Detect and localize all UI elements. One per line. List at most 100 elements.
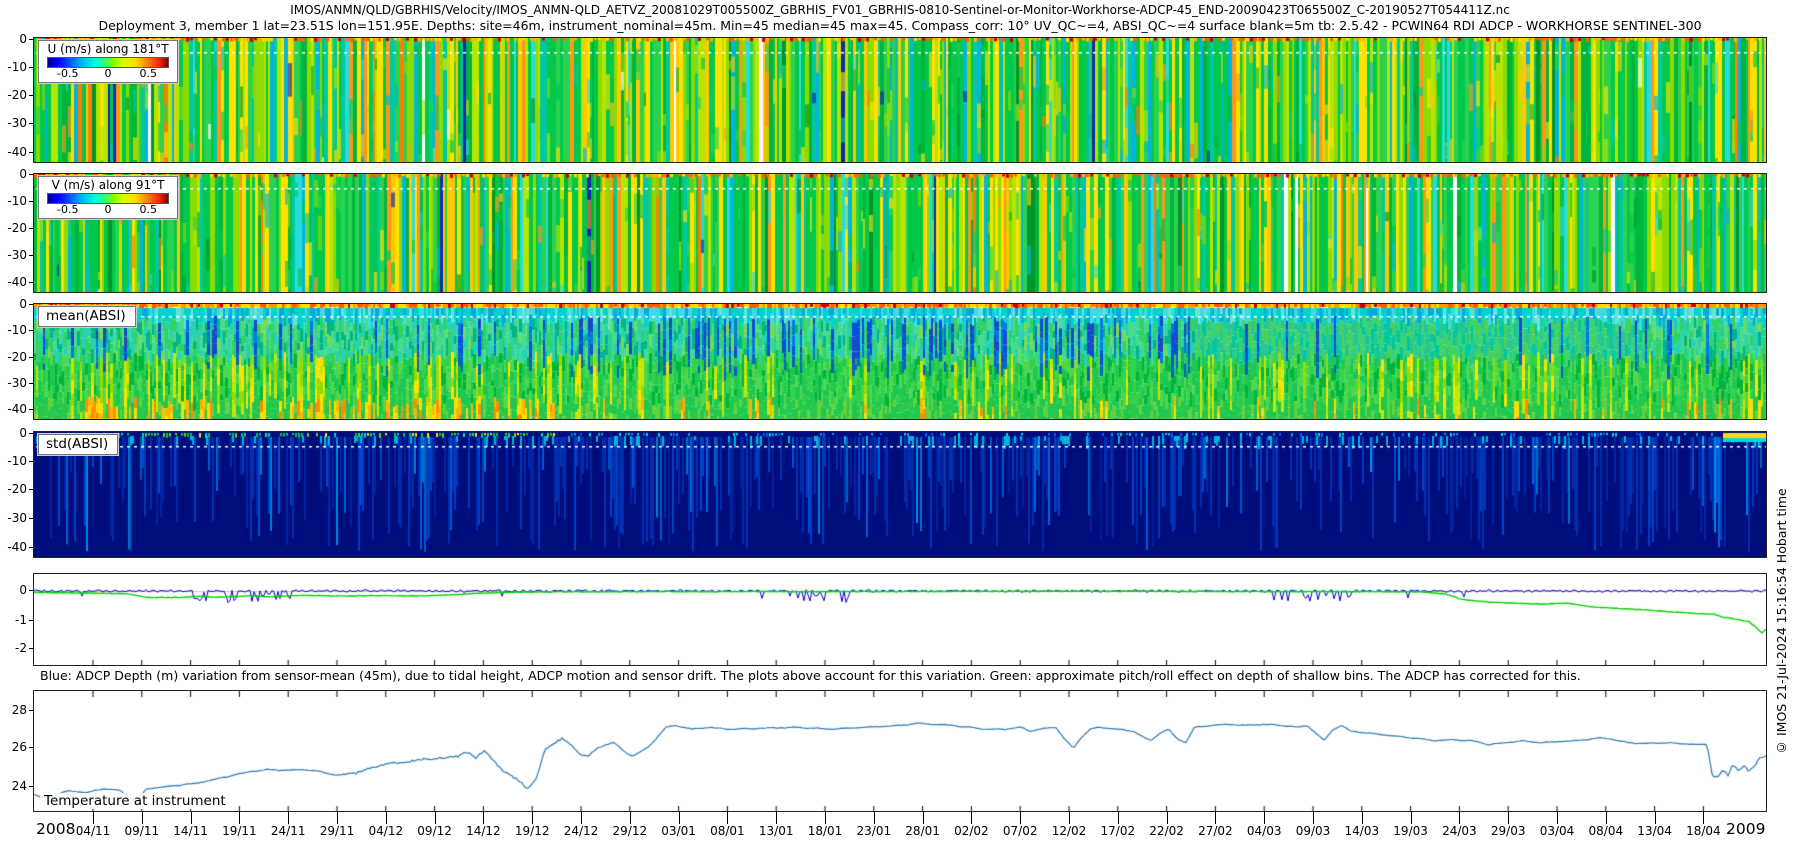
x-axis-tick-mark (629, 812, 631, 824)
y-axis-tick-mark (29, 648, 33, 650)
x-axis-tick-mark (1459, 812, 1461, 824)
y-axis-tick-mark (29, 151, 33, 153)
x-axis-tick-mark (93, 812, 94, 824)
x-axis-tick-mark (1215, 812, 1217, 824)
y-axis-tick-label: -10 (7, 453, 27, 468)
year-label-2009: 2009 (1726, 820, 1766, 838)
x-axis-tick-label: 23/01 (856, 824, 892, 838)
y-axis-tick-mark (29, 546, 33, 548)
x-axis-tick-mark (239, 812, 241, 824)
x-axis-tick-label: 19/12 (514, 824, 550, 838)
x-axis-tick-mark (385, 812, 387, 824)
panel-v-velocity: V (m/s) along 91°T -0.5 0 0.5 (33, 173, 1767, 293)
y-axis-tick-label: -30 (7, 116, 27, 131)
y-axis-tick-mark (29, 201, 33, 203)
y-axis-tick-mark (29, 38, 33, 40)
colorbar-tick-labels-u: -0.5 0 0.5 (47, 67, 169, 82)
y-axis-tick-label: 0 (19, 425, 27, 440)
y-axis-tick-mark (29, 123, 33, 125)
colorbar-title-u: U (m/s) along 181°T (47, 42, 169, 56)
colorbar-tick-label: 0.5 (139, 203, 158, 216)
x-axis-tick-mark (873, 812, 875, 824)
imos-watermark: © IMOS 21-Jul-2024 15:16:54 Hobart time (1774, 488, 1789, 755)
x-axis-tick-mark (1654, 812, 1656, 824)
x-axis-tick-mark (1703, 812, 1705, 824)
colorbar-tick-label: -0.5 (57, 67, 79, 80)
y-axis-tick-mark (29, 409, 33, 411)
figure-title-filename: IMOS/ANMN/QLD/GBRHIS/Velocity/IMOS_ANMN-… (290, 3, 1510, 17)
y-axis-tick-label: -1 (15, 612, 27, 627)
x-axis-tick-label: 04/03 (1246, 824, 1282, 838)
colorbar-tick-label: 0 (104, 203, 112, 216)
depth-variation-line-canvas (34, 574, 1766, 665)
x-axis-tick-label: 17/02 (1100, 824, 1136, 838)
x-axis-tick-mark (1020, 812, 1022, 824)
y-axis-tick-mark (29, 383, 33, 385)
x-axis-tick-label: 29/11 (319, 824, 355, 838)
x-axis-tick-mark (532, 812, 534, 824)
y-axis-tick-label: -10 (7, 194, 27, 209)
y-axis-tick-mark (29, 786, 33, 788)
x-axis-tick-label: 04/12 (368, 824, 404, 838)
y-axis-tick-label: -20 (7, 482, 27, 497)
figure-subtitle-deployment-info: Deployment 3, member 1 lat=23.51S lon=15… (98, 18, 1702, 33)
y-axis-tick-mark (29, 432, 33, 434)
y-axis-tick-label: -30 (7, 376, 27, 391)
x-axis-tick-label: 22/02 (1149, 824, 1184, 838)
y-axis-tick-mark (29, 747, 33, 749)
x-axis-tick-mark (190, 812, 192, 824)
y-axis-tick-mark (29, 282, 33, 284)
y-axis-tick-label: 0 (19, 167, 27, 182)
colorbar-tick-label: 0 (104, 67, 112, 80)
x-axis-tick-label: 27/02 (1198, 824, 1233, 838)
panel-depth-variation (33, 573, 1767, 666)
x-axis-tick-label: 14/11 (173, 824, 208, 838)
temperature-panel-label: Temperature at instrument (40, 793, 230, 809)
y-axis-tick-label: -2 (15, 641, 27, 656)
x-axis-tick-mark (1069, 812, 1070, 824)
y-axis-tick-mark (29, 174, 33, 176)
y-axis-tick-label: 0 (19, 31, 27, 46)
u-velocity-heatmap-canvas (34, 38, 1766, 162)
x-axis-tick-mark (776, 812, 778, 824)
y-axis-tick-mark (29, 356, 33, 358)
x-axis-tick-mark (1361, 812, 1363, 824)
x-axis-tick-mark (1605, 812, 1607, 824)
panel-mean-absi: mean(ABSI) (33, 303, 1767, 420)
y-axis-tick-label: -10 (7, 59, 27, 74)
y-axis-tick-label: -40 (7, 539, 27, 554)
x-axis-tick-label: 04/11 (75, 824, 111, 838)
x-axis-tick-label: 18/04 (1686, 824, 1721, 838)
x-axis-tick-mark (1410, 812, 1412, 824)
panel-temperature: Temperature at instrument (33, 690, 1767, 812)
x-axis-tick-mark (337, 812, 338, 824)
x-axis-tick-label: 24/11 (270, 824, 306, 838)
x-axis-tick-mark (141, 812, 143, 824)
y-axis-tick-mark (29, 517, 33, 519)
y-axis-tick-mark (29, 619, 33, 621)
mean-absi-heatmap-canvas (34, 304, 1766, 419)
x-axis-tick-label: 24/03 (1442, 824, 1477, 838)
x-axis-tick-label: 28/01 (905, 824, 940, 838)
x-axis-tick-mark (1264, 812, 1266, 824)
colorbar-tick-label: 0.5 (139, 67, 158, 80)
y-axis-tick-label: -40 (7, 402, 27, 417)
y-axis-tick-mark (29, 460, 33, 462)
x-axis-tick-mark (581, 812, 582, 824)
x-axis-tick-label: 18/01 (807, 824, 843, 838)
y-axis-tick-label: -30 (7, 248, 27, 263)
panel-u-velocity: U (m/s) along 181°T -0.5 0 0.5 (33, 37, 1767, 163)
x-axis-tick-label: 14/03 (1344, 824, 1380, 838)
x-axis-tick-label: 09/12 (417, 824, 452, 838)
x-axis-tick-mark (678, 812, 680, 824)
y-axis-tick-label: 0 (19, 297, 27, 312)
x-axis-tick-label: 09/03 (1295, 824, 1331, 838)
panel-label-mean-absi: mean(ABSI) (37, 305, 137, 328)
x-axis-tick-label: 08/04 (1588, 824, 1624, 838)
x-axis-tick-label: 07/02 (1002, 824, 1038, 838)
y-axis-tick-label: -20 (7, 87, 27, 102)
x-axis-tick-mark (922, 812, 924, 824)
y-axis-tick-label: 24 (11, 779, 27, 794)
x-axis-tick-label: 09/11 (124, 824, 160, 838)
y-axis-tick-label: -40 (7, 144, 27, 159)
